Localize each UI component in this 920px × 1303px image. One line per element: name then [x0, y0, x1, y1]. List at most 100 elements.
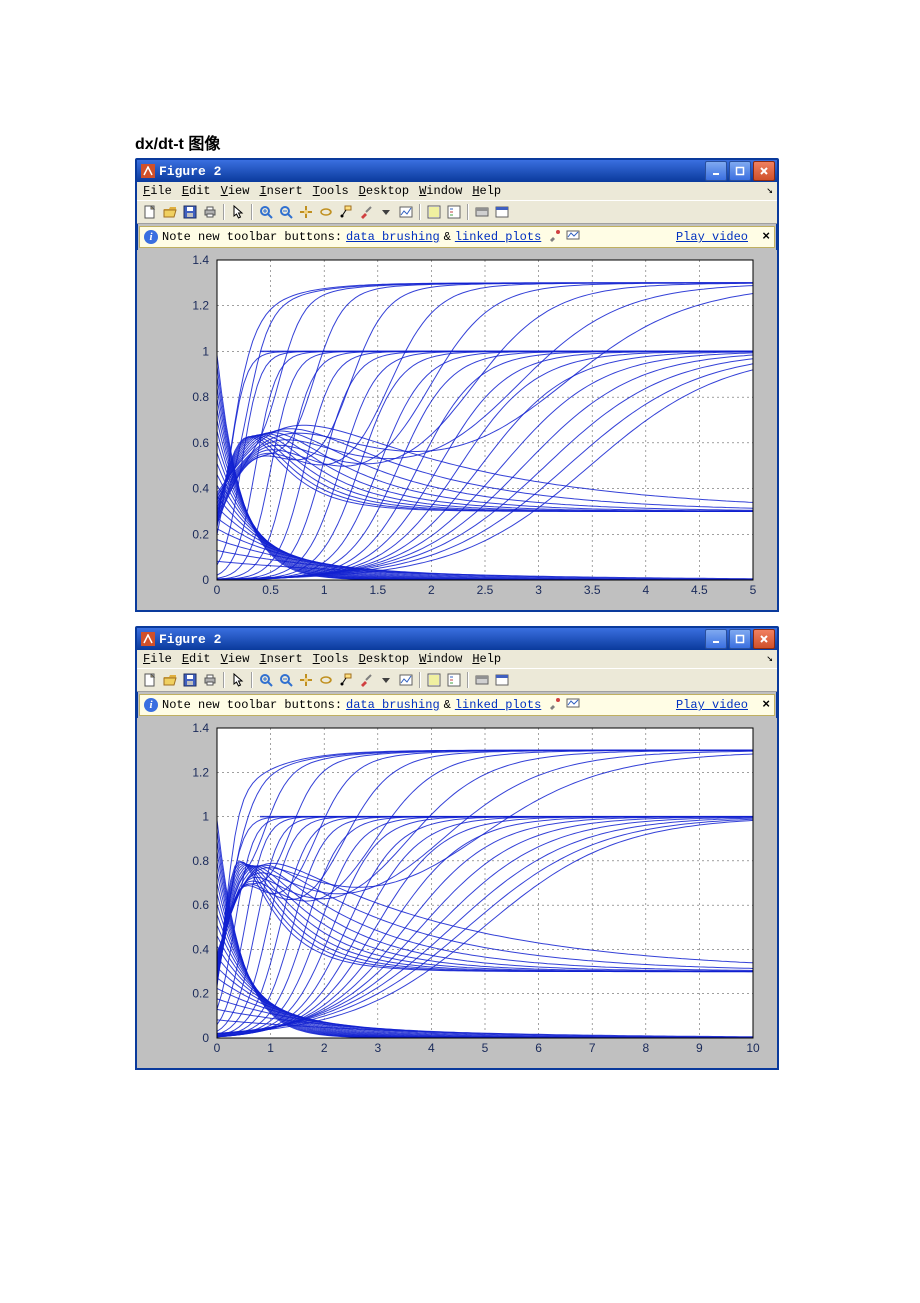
colorbar-icon[interactable] — [425, 671, 443, 689]
rotate3d-icon[interactable] — [317, 203, 335, 221]
menubar: File Edit View Insert Tools Desktop Window Help… — [137, 650, 777, 668]
menu-insert[interactable]: Insert — [259, 652, 302, 666]
dock-icon[interactable] — [493, 671, 511, 689]
window-title: Figure 2 — [159, 164, 705, 179]
data-cursor-icon[interactable] — [337, 203, 355, 221]
menu-view[interactable]: View — [221, 652, 250, 666]
maximize-button[interactable] — [729, 629, 751, 649]
colorbar-icon[interactable] — [425, 203, 443, 221]
toolbar — [137, 200, 777, 224]
svg-text:8: 8 — [642, 1041, 649, 1055]
legend-icon[interactable] — [445, 671, 463, 689]
menu-window[interactable]: Window — [419, 184, 462, 198]
menu-desktop[interactable]: Desktop — [359, 184, 409, 198]
svg-text:3: 3 — [535, 583, 542, 597]
info-icon: i — [144, 230, 158, 244]
menu-edit[interactable]: Edit — [182, 184, 211, 198]
close-button[interactable] — [753, 629, 775, 649]
svg-text:0.8: 0.8 — [192, 854, 209, 868]
rotate3d-icon[interactable] — [317, 671, 335, 689]
svg-text:7: 7 — [589, 1041, 596, 1055]
zoom-out-icon[interactable] — [277, 203, 295, 221]
svg-text:1.2: 1.2 — [192, 765, 209, 779]
page-caption: dx/dt-t 图像 — [135, 130, 790, 154]
link-play-video[interactable]: Play video — [676, 698, 748, 712]
close-button[interactable] — [753, 161, 775, 181]
dropdown-icon[interactable] — [377, 671, 395, 689]
link-plot-icon[interactable] — [397, 671, 415, 689]
link-data-brushing[interactable]: data brushing — [346, 698, 440, 712]
svg-text:3: 3 — [374, 1041, 381, 1055]
dropdown-icon[interactable] — [377, 203, 395, 221]
link-linked-plots[interactable]: linked plots — [455, 698, 541, 712]
info-amp: & — [444, 698, 451, 712]
legend-icon[interactable] — [445, 203, 463, 221]
svg-text:6: 6 — [535, 1041, 542, 1055]
brush-icon[interactable] — [357, 203, 375, 221]
save-icon[interactable] — [181, 203, 199, 221]
minimize-button[interactable] — [705, 161, 727, 181]
link-play-video[interactable]: Play video — [676, 230, 748, 244]
menu-help[interactable]: Help — [472, 652, 501, 666]
menu-tools[interactable]: Tools — [313, 652, 349, 666]
pointer-icon[interactable] — [229, 671, 247, 689]
menu-window[interactable]: Window — [419, 652, 462, 666]
print-icon[interactable] — [201, 203, 219, 221]
toolbar-separator — [251, 204, 253, 220]
menu-help[interactable]: Help — [472, 184, 501, 198]
toolbar-separator — [419, 672, 421, 688]
menu-desktop[interactable]: Desktop — [359, 652, 409, 666]
svg-text:4.5: 4.5 — [691, 583, 708, 597]
brush-icon[interactable] — [357, 671, 375, 689]
svg-text:1.4: 1.4 — [192, 253, 209, 267]
svg-text:1: 1 — [202, 810, 209, 824]
svg-text:1: 1 — [202, 344, 209, 358]
new-file-icon[interactable] — [141, 671, 159, 689]
menu-insert[interactable]: Insert — [259, 184, 302, 198]
pan-icon[interactable] — [297, 671, 315, 689]
dock-toggle-icon[interactable]: ↘ — [766, 183, 773, 197]
svg-text:0.2: 0.2 — [192, 527, 209, 541]
menu-file[interactable]: File — [143, 652, 172, 666]
data-cursor-icon[interactable] — [337, 671, 355, 689]
maximize-button[interactable] — [729, 161, 751, 181]
svg-text:2: 2 — [321, 1041, 328, 1055]
menu-file[interactable]: File — [143, 184, 172, 198]
zoom-out-icon[interactable] — [277, 671, 295, 689]
svg-text:1.2: 1.2 — [192, 299, 209, 313]
svg-text:5: 5 — [482, 1041, 489, 1055]
zoom-in-icon[interactable] — [257, 671, 275, 689]
new-file-icon[interactable] — [141, 203, 159, 221]
print-icon[interactable] — [201, 671, 219, 689]
dock-toggle-icon[interactable]: ↘ — [766, 651, 773, 665]
zoom-in-icon[interactable] — [257, 203, 275, 221]
toolbar-separator — [223, 204, 225, 220]
svg-text:0: 0 — [214, 583, 221, 597]
plot-canvas[interactable]: 01234567891000.20.40.60.811.21.4 — [137, 718, 777, 1068]
toolbar-separator — [251, 672, 253, 688]
titlebar[interactable]: Figure 2 — [137, 628, 777, 650]
hide-tools-icon[interactable] — [473, 203, 491, 221]
save-icon[interactable] — [181, 671, 199, 689]
minimize-button[interactable] — [705, 629, 727, 649]
plot-canvas[interactable]: 00.511.522.533.544.5500.20.40.60.811.21.… — [137, 250, 777, 610]
link-plot-icon[interactable] — [397, 203, 415, 221]
link-linked-plots[interactable]: linked plots — [455, 230, 541, 244]
titlebar[interactable]: Figure 2 — [137, 160, 777, 182]
svg-text:5: 5 — [750, 583, 757, 597]
hide-tools-icon[interactable] — [473, 671, 491, 689]
menu-tools[interactable]: Tools — [313, 184, 349, 198]
svg-text:0: 0 — [214, 1041, 221, 1055]
menu-edit[interactable]: Edit — [182, 652, 211, 666]
svg-text:9: 9 — [696, 1041, 703, 1055]
open-file-icon[interactable] — [161, 671, 179, 689]
pointer-icon[interactable] — [229, 203, 247, 221]
info-close-icon[interactable]: × — [762, 697, 770, 712]
open-file-icon[interactable] — [161, 203, 179, 221]
dock-icon[interactable] — [493, 203, 511, 221]
window-title: Figure 2 — [159, 632, 705, 647]
menu-view[interactable]: View — [221, 184, 250, 198]
info-close-icon[interactable]: × — [762, 229, 770, 244]
link-data-brushing[interactable]: data brushing — [346, 230, 440, 244]
pan-icon[interactable] — [297, 203, 315, 221]
